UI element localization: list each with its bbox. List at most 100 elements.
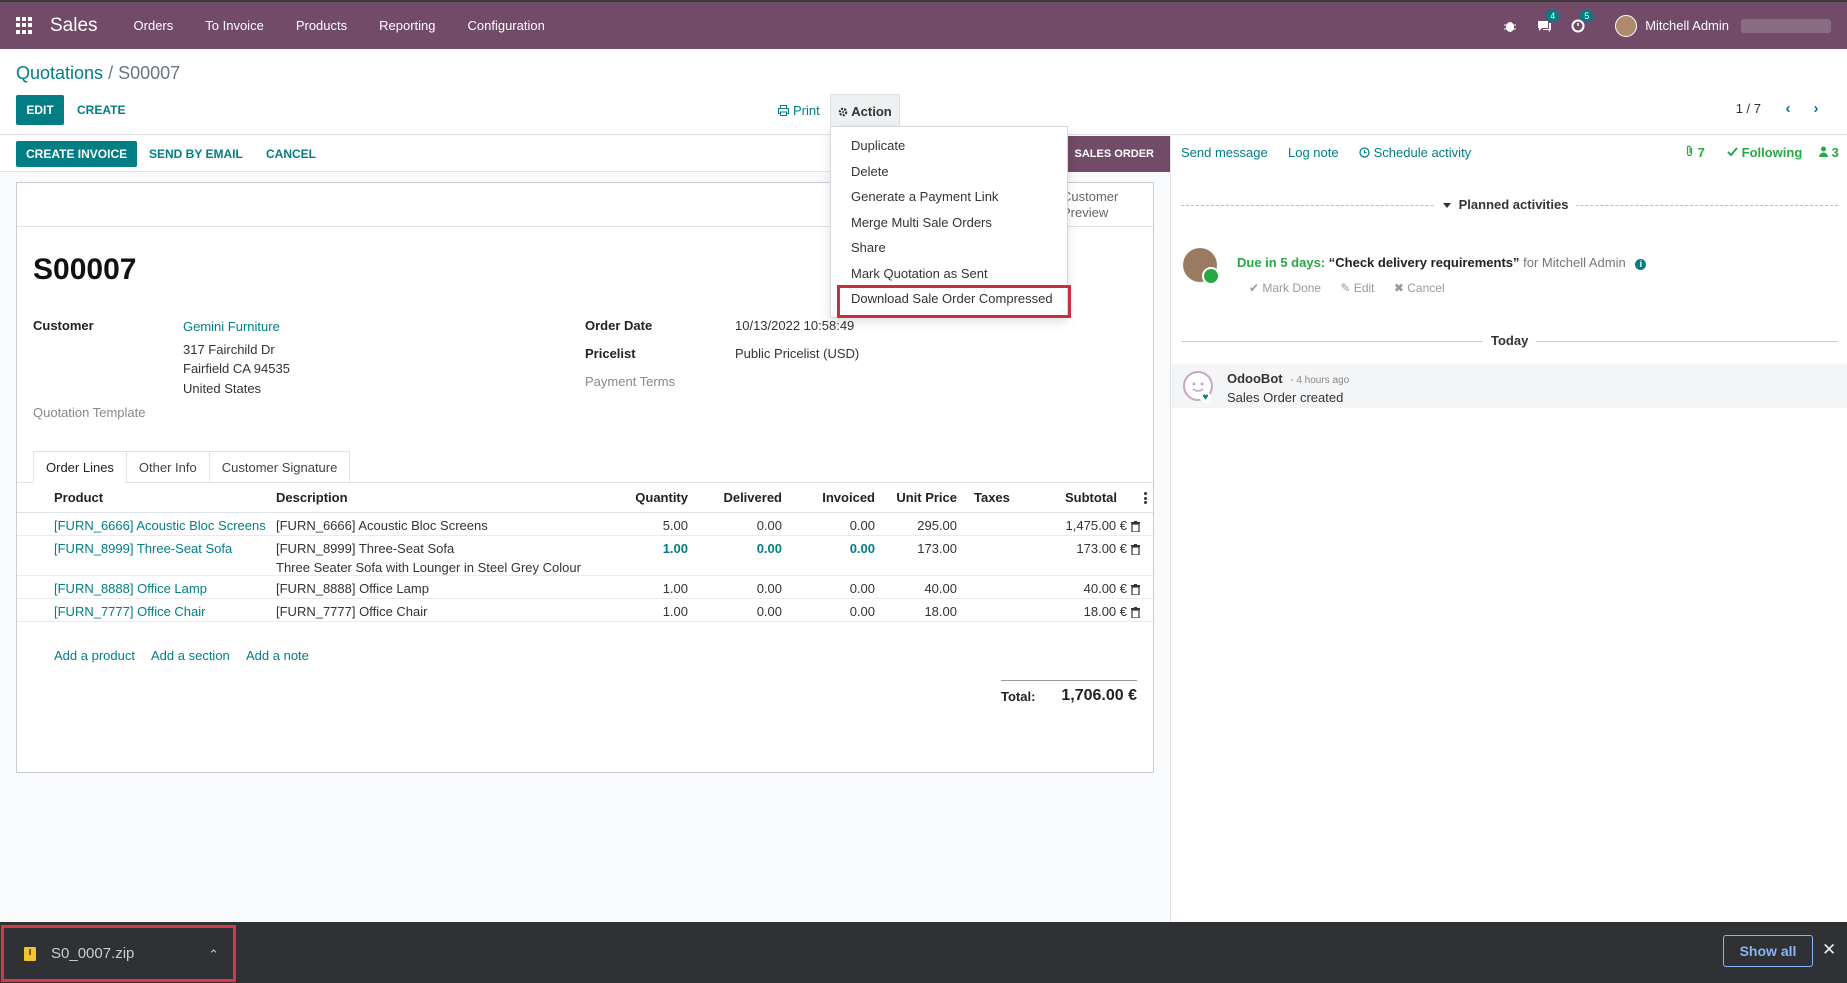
activity-due: Due in 5 days: — [1237, 255, 1326, 270]
menu-configuration[interactable]: Configuration — [452, 18, 561, 33]
table-row[interactable]: [FURN_6666] Acoustic Bloc Screens [FURN_6… — [17, 513, 1153, 536]
cancel-activity-button[interactable]: ✖ Cancel — [1394, 281, 1445, 295]
send-by-email-button[interactable]: SEND BY EMAIL — [149, 141, 243, 167]
schedule-activity-button[interactable]: Schedule activity — [1359, 145, 1471, 160]
table-row[interactable]: [FURN_8999] Three-Seat Sofa [FURN_8999] T… — [17, 536, 1153, 576]
trash-icon[interactable] — [1131, 583, 1140, 596]
customer-link[interactable]: Gemini Furniture — [183, 319, 280, 334]
activity-actions: ✔ Mark Done ✎ Edit ✖ Cancel — [1249, 281, 1445, 295]
tab-customer-signature[interactable]: Customer Signature — [208, 451, 351, 483]
browser-download-bar: S0_0007.zip ⌃ Show all ✕ — [0, 922, 1847, 983]
menu-to-invoice[interactable]: To Invoice — [189, 18, 280, 33]
product-cell[interactable]: [FURN_8888] Office Lamp — [54, 581, 207, 596]
subtotal-cell: 40.00 € — [1083, 581, 1127, 596]
cancel-order-button[interactable]: CANCEL — [266, 141, 316, 167]
customer-preview-button[interactable]: Customer Preview — [1062, 189, 1142, 221]
edit-button[interactable]: EDIT — [16, 95, 64, 125]
quotation-template-label[interactable]: Quotation Template — [33, 405, 146, 420]
messages-icon[interactable]: 4 — [1537, 9, 1560, 33]
table-row[interactable]: [FURN_7777] Office Chair [FURN_7777] Offi… — [17, 599, 1153, 622]
edit-activity-button[interactable]: ✎ Edit — [1340, 281, 1374, 295]
subtotal-cell: 1,475.00 € — [1065, 518, 1127, 533]
quantity-cell: 1.00 — [662, 604, 688, 619]
create-button[interactable]: CREATE — [77, 95, 125, 125]
description-cell: [FURN_8888] Office Lamp — [276, 581, 429, 596]
column-quantity[interactable]: Quantity — [597, 490, 688, 505]
activities-clock-icon[interactable]: 5 — [1571, 9, 1594, 33]
pager-value[interactable]: 1 / 7 — [1736, 101, 1761, 116]
trash-icon[interactable] — [1131, 520, 1140, 533]
pager-previous-icon[interactable]: ‹ — [1780, 99, 1796, 117]
unit-price-cell: 173.00 — [917, 541, 957, 556]
control-panel: Quotations / S00007 EDIT CREATE Print Ac… — [0, 49, 1847, 135]
order-date-value[interactable]: 10/13/2022 10:58:49 — [735, 318, 854, 333]
planned-activities-toggle[interactable]: Planned activities — [1435, 197, 1577, 212]
optional-columns-icon[interactable] — [1144, 492, 1147, 504]
pager-next-icon[interactable]: › — [1808, 99, 1824, 117]
breadcrumb-current: S00007 — [118, 63, 181, 83]
product-cell[interactable]: [FURN_7777] Office Chair — [54, 604, 206, 619]
quantity-cell: 1.00 — [662, 581, 688, 596]
user-name[interactable]: Mitchell Admin — [1645, 18, 1729, 33]
column-invoiced[interactable]: Invoiced — [782, 490, 875, 505]
breadcrumb-quotations[interactable]: Quotations — [16, 63, 103, 83]
menu-item-mark-sent[interactable]: Mark Quotation as Sent — [851, 266, 988, 281]
tab-order-lines[interactable]: Order Lines — [33, 451, 127, 483]
breadcrumb: Quotations / S00007 — [16, 63, 180, 84]
payment-terms-label[interactable]: Payment Terms — [585, 374, 675, 389]
product-cell[interactable]: [FURN_6666] Acoustic Bloc Screens — [54, 518, 266, 533]
product-cell[interactable]: [FURN_8999] Three-Seat Sofa — [54, 541, 232, 556]
close-icon[interactable]: ✕ — [1822, 940, 1836, 960]
user-icon — [1819, 146, 1828, 157]
menu-item-share[interactable]: Share — [851, 240, 886, 255]
menu-reporting[interactable]: Reporting — [363, 18, 451, 33]
chevron-up-icon[interactable]: ⌃ — [208, 947, 219, 963]
activity-row: Due in 5 days: “Check delivery requireme… — [1237, 255, 1647, 270]
show-all-button[interactable]: Show all — [1723, 935, 1813, 967]
table-row[interactable]: [FURN_8888] Office Lamp [FURN_8888] Offic… — [17, 576, 1153, 599]
bug-icon[interactable] — [1503, 19, 1517, 33]
menu-products[interactable]: Products — [280, 18, 363, 33]
log-note-button[interactable]: Log note — [1288, 145, 1339, 160]
menu-item-delete[interactable]: Delete — [851, 164, 889, 179]
send-message-button[interactable]: Send message — [1181, 145, 1268, 160]
following-button[interactable]: Following — [1727, 145, 1802, 160]
print-button[interactable]: Print — [778, 95, 820, 125]
activity-type-icon — [1202, 267, 1220, 285]
add-product-link[interactable]: Add a product — [54, 648, 135, 663]
total-amount: 1,706.00 € — [1061, 687, 1137, 704]
add-section-link[interactable]: Add a section — [151, 648, 230, 663]
apps-grid-icon[interactable] — [16, 16, 34, 35]
menu-orders[interactable]: Orders — [118, 18, 190, 33]
menu-item-generate-payment-link[interactable]: Generate a Payment Link — [851, 189, 998, 204]
menu-item-merge-orders[interactable]: Merge Multi Sale Orders — [851, 215, 992, 230]
zip-file-icon — [24, 946, 36, 961]
app-title[interactable]: Sales — [50, 15, 98, 37]
add-note-link[interactable]: Add a note — [246, 648, 309, 663]
pricelist-label: Pricelist — [585, 346, 636, 361]
column-unit-price[interactable]: Unit Price — [875, 490, 957, 505]
column-description[interactable]: Description — [276, 490, 348, 505]
column-taxes[interactable]: Taxes — [974, 490, 1010, 505]
trash-icon[interactable] — [1131, 606, 1140, 619]
stage-sales-order[interactable]: SALES ORDER — [1052, 136, 1170, 172]
followers-button[interactable]: 3 — [1819, 145, 1839, 160]
download-item[interactable]: S0_0007.zip ⌃ — [1, 925, 236, 982]
pricelist-value[interactable]: Public Pricelist (USD) — [735, 346, 859, 361]
column-product[interactable]: Product — [54, 490, 103, 505]
followers-count: 3 — [1831, 145, 1839, 160]
attachments-button[interactable]: 7 — [1685, 145, 1705, 160]
action-button[interactable]: Action — [830, 94, 900, 128]
user-avatar[interactable] — [1615, 14, 1638, 37]
mark-done-button[interactable]: ✔ Mark Done — [1249, 281, 1321, 295]
message-header: OdooBot - 4 hours ago — [1227, 371, 1349, 386]
menu-item-duplicate[interactable]: Duplicate — [851, 138, 905, 153]
breadcrumb-separator: / — [103, 63, 119, 83]
tab-other-info[interactable]: Other Info — [125, 451, 210, 483]
column-delivered[interactable]: Delivered — [688, 490, 782, 505]
notebook-tabs: Order Lines Other Info Customer Signatur… — [33, 451, 351, 483]
column-subtotal[interactable]: Subtotal — [1027, 490, 1117, 505]
create-invoice-button[interactable]: CREATE INVOICE — [16, 141, 138, 167]
trash-icon[interactable] — [1131, 543, 1140, 556]
info-icon[interactable]: i — [1635, 259, 1647, 270]
